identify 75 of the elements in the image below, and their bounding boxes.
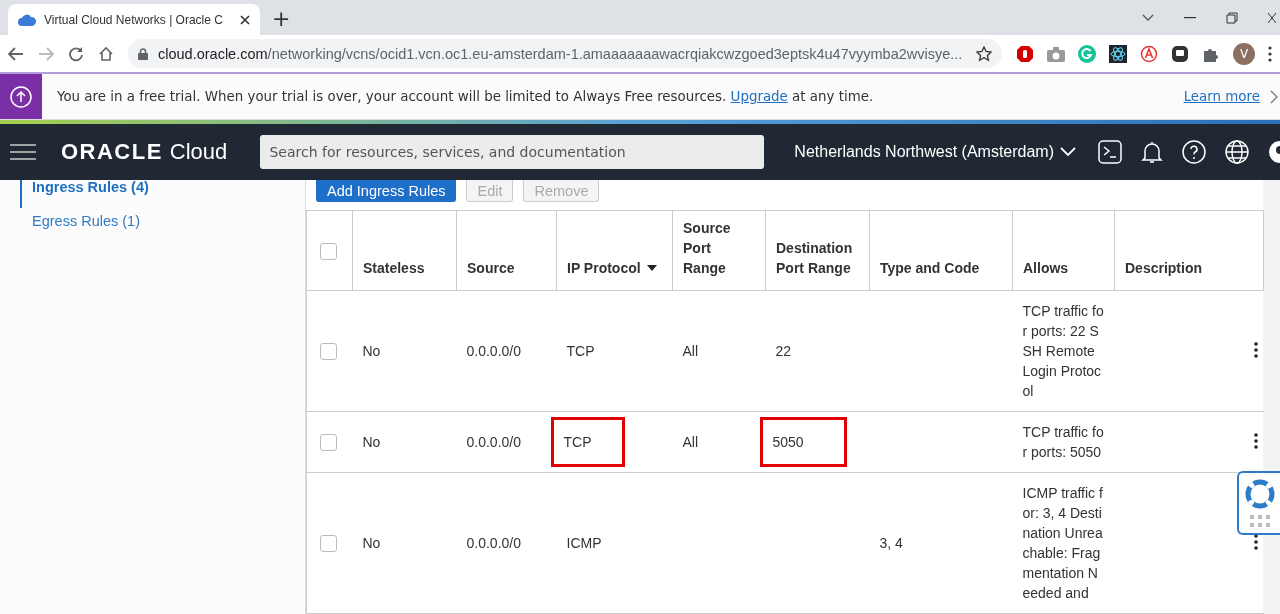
restore-icon[interactable] — [1226, 11, 1238, 24]
browser-tab[interactable]: Virtual Cloud Networks | Oracle C — [8, 4, 260, 35]
logo-brand: ORACLE — [60, 139, 163, 165]
region-selector[interactable]: Netherlands Northwest (Amsterdam) — [794, 143, 1076, 161]
new-tab-button[interactable]: + — [272, 7, 291, 30]
table-cell: ICMP — [566, 535, 602, 551]
table-cell: 3, 4 — [879, 535, 903, 551]
logo-product: Cloud — [169, 139, 228, 165]
checkbox[interactable] — [320, 534, 337, 552]
cloud-icon — [18, 13, 36, 26]
table-cell: All — [682, 434, 699, 450]
url-text: cloud.oracle.com/networking/vcns/ocid1.vcn.oc1.eu-amsterdam-1.amaaaaaaawacrqiakcwzgoed3eptsk4u47vyymba2wvisye... — [158, 45, 964, 62]
table-cell: No — [362, 343, 381, 359]
home-icon[interactable] — [98, 45, 114, 62]
close-icon[interactable] — [1268, 11, 1276, 24]
atom-icon[interactable] — [1109, 44, 1127, 63]
column-header: Destination Port Range — [776, 239, 854, 278]
column-header: Source — [467, 259, 515, 278]
column-header: Description — [1125, 259, 1202, 278]
add-button[interactable]: Add Ingress Rules — [316, 180, 457, 202]
drag-handle-icon[interactable] — [1249, 515, 1270, 527]
sidebar-link[interactable]: Egress Rules (1) — [20, 214, 305, 249]
checkbox[interactable] — [320, 342, 337, 360]
highlighted-cell: 5050 — [762, 420, 844, 464]
minimize-icon[interactable] — [1184, 16, 1196, 19]
column-header: Type and Code — [880, 259, 980, 278]
square-icon[interactable] — [1171, 44, 1189, 63]
column-header: Allows — [1023, 259, 1069, 278]
globe-icon[interactable] — [1225, 140, 1249, 164]
table-cell: TCP — [566, 343, 595, 359]
reload-icon[interactable] — [68, 45, 84, 62]
table-cell: 0.0.0.0/0 — [466, 343, 521, 359]
learn-more-link[interactable]: Learn more — [1183, 89, 1260, 104]
column-header[interactable]: IP Protocol — [567, 258, 657, 278]
camera-icon[interactable] — [1047, 45, 1065, 62]
bell-icon[interactable] — [1141, 140, 1163, 164]
address-bar[interactable]: cloud.oracle.com/networking/vcns/ocid1.vcn.oc1.eu-amsterdam-1.amaaaaaaawacrqiakcwzgoed3eptsk4u47vyymba2wvisye... — [128, 39, 1002, 68]
lifebuoy-icon[interactable] — [1244, 479, 1275, 509]
highlighted-cell: TCP — [553, 420, 622, 464]
table-cell: 22 — [775, 343, 792, 359]
menu-icon[interactable] — [10, 144, 36, 160]
table-cell: 0.0.0.0/0 — [466, 434, 521, 450]
table-cell: No — [362, 434, 381, 450]
chevron-down-icon — [1060, 147, 1076, 157]
lock-icon — [138, 47, 148, 60]
upgrade-link[interactable]: Upgrade — [730, 89, 788, 104]
terminal-icon[interactable] — [1098, 140, 1122, 164]
table-cell: 0.0.0.0/0 — [466, 535, 521, 551]
help-icon[interactable] — [1182, 140, 1206, 164]
chevron-down-icon[interactable] — [1142, 13, 1154, 22]
search-field[interactable]: Search for resources, services, and documentation — [260, 135, 765, 169]
table-cell: TCP traffic for ports: 22 SSH Remote Login Protocol — [1022, 303, 1104, 399]
table-cell: TCP traffic for ports: 5050 — [1022, 424, 1104, 460]
chevron-right-icon[interactable] — [1270, 89, 1278, 104]
profile-icon[interactable] — [1268, 140, 1280, 164]
kebab-menu-icon[interactable] — [1253, 341, 1258, 358]
tab-title: Virtual Cloud Networks | Oracle C — [44, 12, 224, 27]
kebab-menu-icon[interactable] — [1253, 533, 1258, 550]
column-header: Stateless — [363, 259, 425, 278]
back-icon[interactable] — [8, 46, 24, 61]
stop-hand-icon[interactable] — [1016, 44, 1034, 63]
table-cell: All — [682, 343, 699, 359]
table-cell: No — [362, 535, 381, 551]
avatar[interactable]: V — [1233, 42, 1255, 65]
kebab-menu-icon[interactable] — [1253, 432, 1258, 449]
circled-a-icon[interactable] — [1140, 44, 1158, 63]
star-icon[interactable] — [976, 45, 992, 62]
trial-message: You are in a free trial. When your trial is over, your account will be limited to Always Free resources. Upgrade at any time. — [57, 89, 875, 104]
checkbox[interactable] — [320, 433, 337, 451]
more-icon[interactable] — [1268, 45, 1272, 62]
table-cell: ICMP traffic for: 3, 4 Destination Unreachable: Fragmentation Needed and — [1022, 485, 1103, 601]
sort-caret-icon — [646, 265, 657, 271]
checkbox[interactable] — [320, 243, 337, 261]
column-header: Source Port Range — [683, 219, 732, 278]
close-icon[interactable] — [240, 14, 250, 25]
